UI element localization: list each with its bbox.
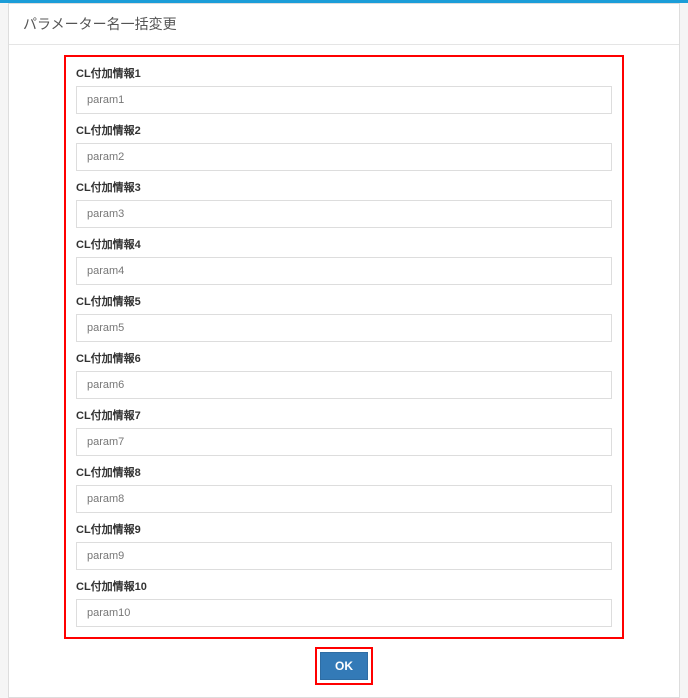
form-group: CL付加情報5 xyxy=(76,293,612,342)
form-group: CL付加情報7 xyxy=(76,407,612,456)
form-group: CL付加情報1 xyxy=(76,65,612,114)
field-input-1[interactable] xyxy=(76,86,612,114)
field-label-4: CL付加情報4 xyxy=(76,236,612,252)
field-label-7: CL付加情報7 xyxy=(76,407,612,423)
field-input-3[interactable] xyxy=(76,200,612,228)
panel-header: パラメーター名一括変更 xyxy=(9,4,679,45)
field-input-2[interactable] xyxy=(76,143,612,171)
field-input-5[interactable] xyxy=(76,314,612,342)
field-input-4[interactable] xyxy=(76,257,612,285)
form-group: CL付加情報9 xyxy=(76,521,612,570)
ok-button-highlight: OK xyxy=(315,647,373,685)
form-group: CL付加情報3 xyxy=(76,179,612,228)
field-label-10: CL付加情報10 xyxy=(76,578,612,594)
page-title: パラメーター名一括変更 xyxy=(23,14,665,34)
ok-button[interactable]: OK xyxy=(320,652,368,680)
form-group: CL付加情報10 xyxy=(76,578,612,627)
field-label-9: CL付加情報9 xyxy=(76,521,612,537)
form-group: CL付加情報2 xyxy=(76,122,612,171)
field-input-7[interactable] xyxy=(76,428,612,456)
field-input-10[interactable] xyxy=(76,599,612,627)
form-group: CL付加情報4 xyxy=(76,236,612,285)
field-label-8: CL付加情報8 xyxy=(76,464,612,480)
parameter-rename-panel: パラメーター名一括変更 CL付加情報1 CL付加情報2 CL付加情報3 CL付加… xyxy=(8,3,680,698)
form-highlight-area: CL付加情報1 CL付加情報2 CL付加情報3 CL付加情報4 CL付加情報5 xyxy=(64,55,624,639)
field-input-8[interactable] xyxy=(76,485,612,513)
form-group: CL付加情報8 xyxy=(76,464,612,513)
field-input-9[interactable] xyxy=(76,542,612,570)
button-row: OK xyxy=(64,647,624,685)
field-label-3: CL付加情報3 xyxy=(76,179,612,195)
panel-body: CL付加情報1 CL付加情報2 CL付加情報3 CL付加情報4 CL付加情報5 xyxy=(9,45,679,697)
field-label-1: CL付加情報1 xyxy=(76,65,612,81)
form-group: CL付加情報6 xyxy=(76,350,612,399)
field-label-6: CL付加情報6 xyxy=(76,350,612,366)
field-input-6[interactable] xyxy=(76,371,612,399)
field-label-2: CL付加情報2 xyxy=(76,122,612,138)
field-label-5: CL付加情報5 xyxy=(76,293,612,309)
